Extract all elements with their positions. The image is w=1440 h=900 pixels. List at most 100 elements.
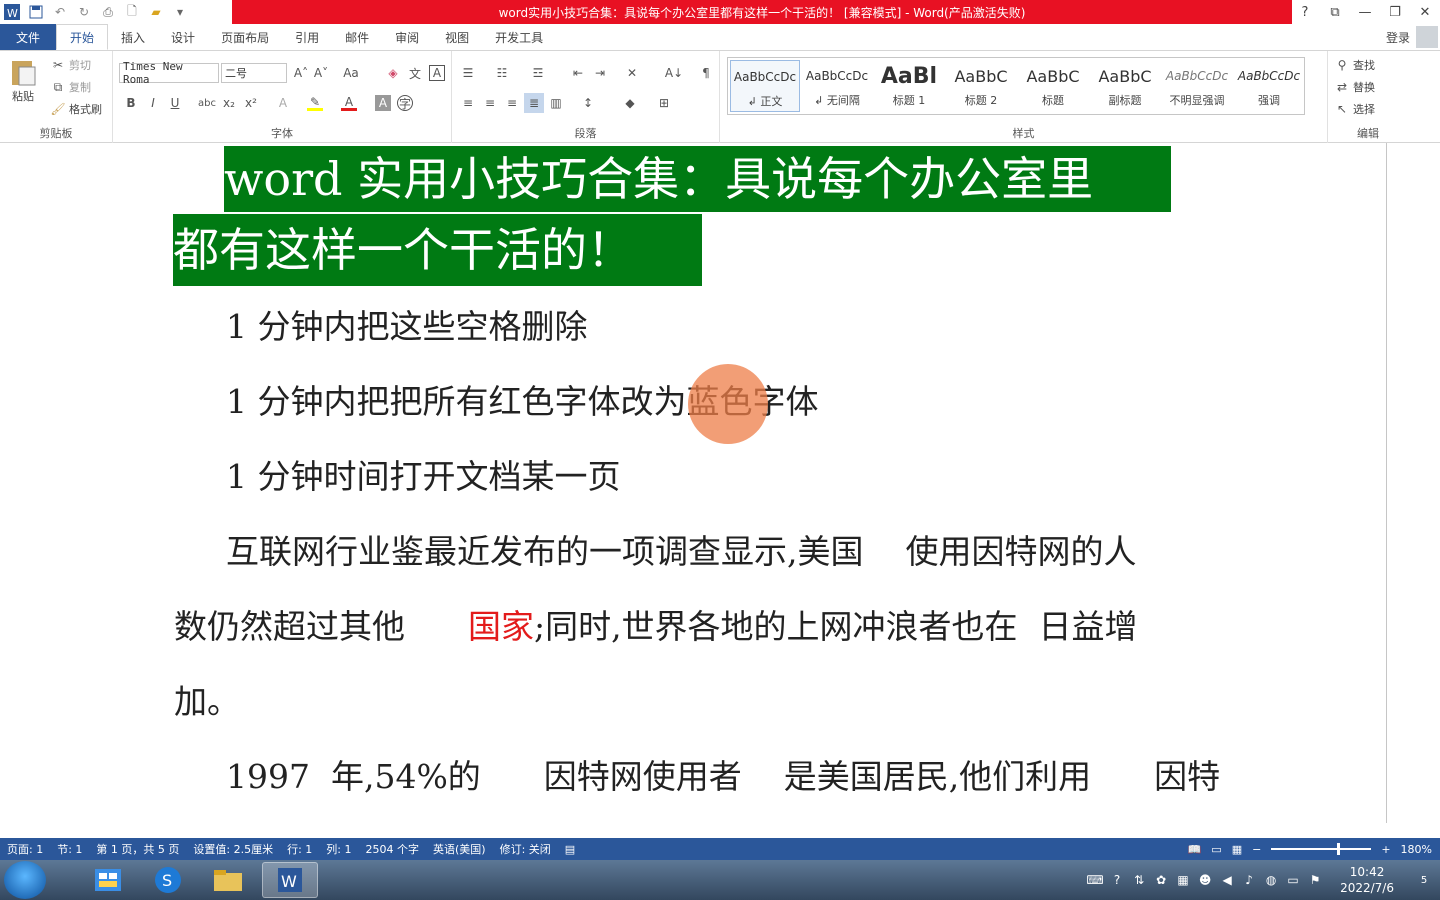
flower-icon[interactable]: ✿ [1150,869,1172,891]
align-right-button[interactable]: ≡ [504,95,520,111]
grow-font-button[interactable]: A˄ [293,65,309,81]
help-button[interactable]: ? [1290,0,1320,24]
tab-review[interactable]: 审阅 [382,24,432,50]
enclose-char-button[interactable]: 字 [397,95,413,111]
change-case-button[interactable]: Aa [343,65,359,81]
decrease-indent-button[interactable]: ⇤ [570,65,586,81]
web-layout-icon[interactable]: ▦ [1232,843,1242,856]
show-marks-button[interactable]: ¶ [698,65,714,81]
find-button[interactable]: ⚲ 查找 [1334,57,1375,73]
style-subtitle[interactable]: AaBbC 副标题 [1090,60,1160,112]
superscript-button[interactable]: x² [243,95,259,111]
tab-mailings[interactable]: 邮件 [332,24,382,50]
customize-qat-icon[interactable]: ▾ [168,0,192,24]
tab-developer[interactable]: 开发工具 [482,24,556,50]
qq-icon[interactable]: ☻ [1194,869,1216,891]
taskbar-sogou[interactable]: S [140,862,196,898]
save-icon[interactable] [24,0,48,24]
close-button[interactable]: ✕ [1410,0,1440,24]
select-button[interactable]: ↖ 选择 [1334,101,1375,117]
read-mode-icon[interactable]: 📖 [1188,843,1202,856]
phonetic-guide-button[interactable]: 文 [407,65,423,81]
ribbon-display-button[interactable]: ⧉ [1320,0,1350,24]
status-words[interactable]: 2504 个字 [359,841,427,857]
status-col[interactable]: 列: 1 [319,841,358,857]
line-spacing-button[interactable]: ↕ [580,95,596,111]
zoom-level[interactable]: 180% [1401,843,1432,856]
tab-insert[interactable]: 插入 [108,24,158,50]
volume-icon[interactable]: ♪ [1238,869,1260,891]
new-document-icon[interactable]: 🗋 [120,0,144,24]
action-flag-icon[interactable]: ⚑ [1304,869,1326,891]
macro-record-icon[interactable]: ▤ [558,843,582,856]
redo-icon[interactable]: ↻ [72,0,96,24]
tab-view[interactable]: 视图 [432,24,482,50]
text-effects-button[interactable]: A [275,95,291,111]
status-page-of[interactable]: 第 1 页，共 5 页 [89,841,186,857]
status-setting[interactable]: 设置值: 2.5厘米 [186,841,280,857]
avatar[interactable] [1416,26,1438,48]
tab-home[interactable]: 开始 [56,24,109,50]
status-row[interactable]: 行: 1 [280,841,319,857]
char-border-button[interactable]: A [429,65,445,81]
status-track-changes[interactable]: 修订: 关闭 [493,841,558,857]
print-preview-icon[interactable]: ⎙ [96,0,120,24]
globe-icon[interactable]: ◍ [1260,869,1282,891]
style-heading-1[interactable]: AaBl 标题 1 [874,60,944,112]
word-app-icon[interactable]: W [0,0,24,24]
speaker-muted-icon[interactable]: ◀ [1216,869,1238,891]
notification-icon[interactable]: 5 [1408,869,1440,891]
style-normal[interactable]: AaBbCcDc ↲ 正文 [730,60,800,112]
increase-indent-button[interactable]: ⇥ [592,65,608,81]
borders-button[interactable]: ⊞ [656,95,672,111]
cut-button[interactable]: ✂ 剪切 [50,57,91,73]
align-left-button[interactable]: ≡ [460,95,476,111]
minimize-button[interactable]: — [1350,0,1380,24]
style-emphasis[interactable]: AaBbCcDc 强调 [1234,60,1304,112]
font-size-select[interactable]: 二号 [221,63,287,83]
font-color-button[interactable]: A [341,95,357,111]
zoom-slider-thumb[interactable] [1337,843,1341,855]
help-icon[interactable]: ? [1106,869,1128,891]
taskbar-word[interactable]: W [262,862,318,898]
distributed-button[interactable]: ▥ [548,95,564,111]
network-icon[interactable]: ⇅ [1128,869,1150,891]
chinese-layout-button[interactable]: ✕ [624,65,640,81]
maximize-button[interactable]: ❐ [1380,0,1410,24]
justify-button[interactable]: ≣ [524,93,544,113]
bullets-button[interactable]: ☰ [460,65,476,81]
multilevel-list-button[interactable]: ☲ [530,65,546,81]
clear-format-button[interactable]: ◈ [385,65,401,81]
taskbar-app-launcher[interactable] [80,862,136,898]
status-language[interactable]: 英语(美国) [426,841,493,857]
style-no-spacing[interactable]: AaBbCcDc ↲ 无间隔 [802,60,872,112]
align-center-button[interactable]: ≡ [482,95,498,111]
italic-button[interactable]: I [145,95,161,111]
copy-button[interactable]: ⧉ 复制 [50,79,91,95]
replace-button[interactable]: ⇄ 替换 [1334,79,1375,95]
print-layout-icon[interactable]: ▭ [1211,843,1221,856]
strikethrough-button[interactable]: abc [198,95,216,111]
style-heading-2[interactable]: AaBbC 标题 2 [946,60,1016,112]
format-painter-button[interactable]: 🖌 格式刷 [50,101,102,117]
tab-layout[interactable]: 页面布局 [208,24,282,50]
undo-icon[interactable]: ↶ [48,0,72,24]
zoom-slider[interactable] [1271,843,1372,855]
paste-button[interactable]: 粘贴 [8,57,38,104]
clock[interactable]: 10:42 2022/7/6 [1326,864,1408,896]
sort-button[interactable]: A↓ [665,65,683,81]
numbering-button[interactable]: ☷ [494,65,510,81]
login-link[interactable]: 登录 [1386,24,1410,50]
tab-references[interactable]: 引用 [282,24,332,50]
status-section[interactable]: 节: 1 [50,841,89,857]
style-subtle-emphasis[interactable]: AaBbCcDc 不明显强调 [1162,60,1232,112]
vertical-scrollbar[interactable] [1386,143,1387,823]
keyboard-icon[interactable]: ⌨ [1084,869,1106,891]
start-button[interactable] [4,861,46,899]
subscript-button[interactable]: x₂ [221,95,237,111]
app-grid-icon[interactable]: ▦ [1172,869,1194,891]
taskbar-explorer[interactable] [200,862,256,898]
shading-button[interactable]: ◆ [622,95,638,111]
open-folder-icon[interactable]: ▰ [144,0,168,24]
highlight-button[interactable]: ✎ [307,95,323,111]
